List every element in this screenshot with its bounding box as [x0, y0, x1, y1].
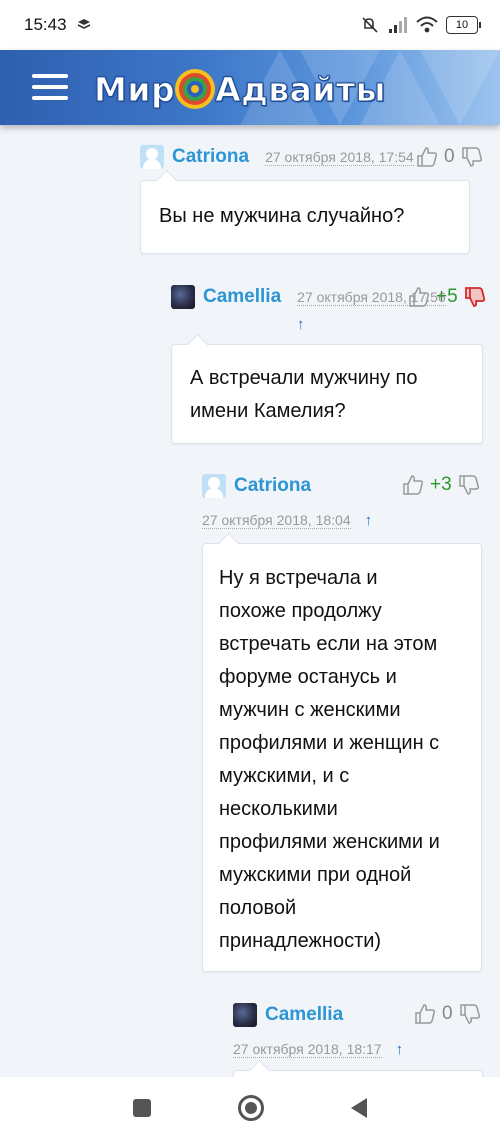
comment-votes: +5	[408, 286, 486, 308]
logo-text-left: Мир	[93, 69, 176, 109]
comment-date[interactable]: 27 октября 2018, 18:17	[233, 1041, 382, 1058]
comment-meta: 27 октября 2018, 18:17 ↑	[233, 1041, 403, 1058]
system-nav-bar	[0, 1077, 500, 1139]
comment-header: Camellia	[233, 1001, 343, 1029]
back-icon[interactable]	[350, 1098, 367, 1118]
comment-votes: +3	[402, 474, 480, 496]
status-time: 15:43	[24, 15, 67, 34]
recent-apps-icon[interactable]	[133, 1099, 152, 1117]
like-icon[interactable]	[414, 1003, 436, 1025]
comment-header: Catriona 27 октября 2018, 17:54	[140, 143, 414, 171]
site-logo[interactable]: Мир Адвайты	[93, 64, 387, 114]
comment-date[interactable]: 27 октября 2018, 18:04	[202, 512, 351, 529]
comment-text-line: мужскими при одной	[219, 864, 412, 886]
menu-line-icon	[32, 85, 68, 89]
comment-author[interactable]: Catriona	[234, 475, 311, 497]
comment-score: +5	[436, 286, 458, 307]
comment-date[interactable]: 27 октября 2018, 17:54	[265, 149, 414, 166]
menu-line-icon	[32, 74, 68, 78]
comment-text-line: А встречали мужчину по	[190, 367, 418, 389]
comment-text-line: мужчин с женскими	[219, 699, 401, 721]
comment-header: Catriona	[202, 472, 311, 500]
comment-votes: 0	[416, 146, 483, 168]
comment-body: Ну я встречала и похоже продолжу встреча…	[202, 543, 482, 972]
like-icon[interactable]	[402, 474, 424, 496]
comment-meta: 27 октября 2018, 18:04 ↑	[202, 512, 372, 529]
battery-level: 10	[455, 19, 469, 31]
comment-body: А встречали мужчину по имени Камелия?	[171, 344, 483, 444]
comment-text-line: принадлежности)	[219, 930, 382, 952]
avatar[interactable]	[171, 285, 195, 309]
parent-link[interactable]: ↑	[297, 316, 305, 333]
comment-author[interactable]: Catriona	[172, 146, 249, 168]
battery-icon: 10	[446, 16, 481, 34]
menu-line-icon	[32, 96, 68, 100]
status-bar: 15:43 10	[0, 0, 500, 50]
comment-score: 0	[442, 1003, 453, 1024]
avatar[interactable]	[202, 474, 226, 498]
avatar[interactable]	[233, 1003, 257, 1027]
comment-author[interactable]: Camellia	[203, 286, 281, 308]
comment-text-line: профилями и женщин с	[219, 732, 440, 754]
dislike-icon[interactable]	[458, 474, 480, 496]
comment-text-line: похоже продолжу	[219, 600, 382, 622]
logo-text-right: Адвайты	[215, 69, 387, 109]
comment-text-line: профилями женскими и	[219, 831, 440, 853]
menu-button[interactable]	[32, 74, 68, 100]
comment-score: +3	[430, 474, 452, 495]
like-icon[interactable]	[408, 286, 430, 308]
comment-text-line: форуме останусь и	[219, 666, 397, 688]
comment-text-line: мужскими, и с	[219, 765, 350, 787]
comment-body: Вы не мужчина случайно?	[140, 180, 470, 254]
comment-author[interactable]: Camellia	[265, 1004, 343, 1026]
signal-icon	[389, 17, 407, 33]
comment-text-line: половой	[219, 897, 297, 919]
mute-icon	[362, 17, 378, 33]
home-icon[interactable]	[237, 1095, 264, 1121]
dislike-icon[interactable]	[459, 1003, 481, 1025]
comment-score: 0	[444, 146, 455, 167]
comment-text: Вы не мужчина случайно?	[159, 205, 405, 227]
parent-link[interactable]: ↑	[396, 1041, 404, 1058]
mandala-icon	[175, 69, 216, 109]
dislike-icon[interactable]	[464, 286, 486, 308]
comment-votes: 0	[414, 1003, 481, 1025]
avatar[interactable]	[140, 145, 164, 169]
layers-icon	[77, 19, 90, 29]
wifi-icon	[416, 16, 438, 33]
comment-text-line: Ну я встречала и	[219, 567, 378, 589]
comment-text-line: встречать если на этом	[219, 633, 438, 655]
site-header: Мир Адвайты	[0, 50, 500, 125]
parent-link[interactable]: ↑	[365, 512, 373, 529]
comment-text-line: имени Камелия?	[190, 400, 346, 422]
comment-text-line: несколькими	[219, 798, 338, 820]
like-icon[interactable]	[416, 146, 438, 168]
dislike-icon[interactable]	[461, 146, 483, 168]
comment-header: Camellia 27 октября 2018, 17:56	[171, 283, 446, 311]
